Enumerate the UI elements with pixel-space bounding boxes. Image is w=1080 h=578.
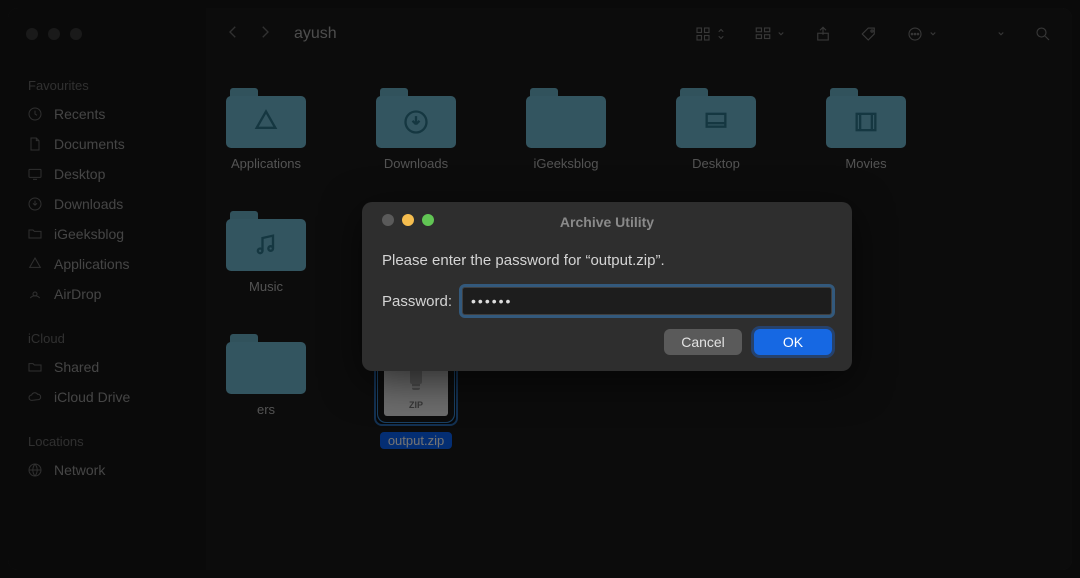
- group-button[interactable]: [748, 21, 792, 47]
- file-label: iGeeksblog: [533, 156, 598, 171]
- nav-arrows: [224, 23, 274, 46]
- sidebar-item-label: Documents: [54, 136, 125, 152]
- dialog-buttons: Cancel OK: [382, 329, 832, 355]
- applications-icon: [26, 255, 44, 273]
- file-label: output.zip: [380, 432, 452, 449]
- folder-glyph: [226, 334, 306, 394]
- document-icon: [26, 135, 44, 153]
- sidebar-item-label: Shared: [54, 359, 99, 375]
- folder-glyph: [226, 88, 306, 148]
- file-label: Music: [249, 279, 283, 294]
- cancel-button[interactable]: Cancel: [664, 329, 742, 355]
- file-label: ers: [257, 402, 275, 417]
- zoom-dot[interactable]: [70, 28, 82, 40]
- sidebar-item-documents[interactable]: Documents: [8, 129, 206, 159]
- download-icon: [26, 195, 44, 213]
- folder-glyph: [376, 88, 456, 148]
- file-label: Desktop: [692, 156, 740, 171]
- sidebar-item-downloads[interactable]: Downloads: [8, 189, 206, 219]
- password-label: Password:: [382, 293, 452, 310]
- sidebar-section-favourites: Favourites Recents Documents Desktop Dow…: [8, 72, 206, 309]
- dialog-prompt: Please enter the password for “output.zi…: [382, 252, 832, 269]
- sidebar-item-label: Downloads: [54, 196, 123, 212]
- tags-button[interactable]: [854, 21, 884, 47]
- sidebar-section-title: iCloud: [8, 325, 206, 352]
- folder-glyph: [676, 88, 756, 148]
- dialog-password-row: Password:: [382, 287, 832, 315]
- folder-applications[interactable]: Applications: [216, 88, 316, 171]
- share-button[interactable]: [808, 21, 838, 47]
- dialog-title: Archive Utility: [362, 214, 852, 230]
- password-input[interactable]: [462, 287, 832, 315]
- sidebar-item-label: Network: [54, 462, 105, 478]
- sidebar-item-label: AirDrop: [54, 286, 101, 302]
- sidebar-section-title: Favourites: [8, 72, 206, 99]
- minimize-dot[interactable]: [48, 28, 60, 40]
- sidebar-section-icloud: iCloud Shared iCloud Drive: [8, 325, 206, 412]
- sidebar-section-title: Locations: [8, 428, 206, 455]
- folder-icon: [26, 225, 44, 243]
- sidebar-item-recents[interactable]: Recents: [8, 99, 206, 129]
- sidebar-item-label: iGeeksblog: [54, 226, 124, 242]
- airdrop-icon: [26, 285, 44, 303]
- cloud-icon: [26, 388, 44, 406]
- sidebar-item-label: Recents: [54, 106, 105, 122]
- folder-igeeksblog[interactable]: iGeeksblog: [516, 88, 616, 171]
- sidebar-item-igeeksblog[interactable]: iGeeksblog: [8, 219, 206, 249]
- sidebar-item-icloud-drive[interactable]: iCloud Drive: [8, 382, 206, 412]
- folder-music[interactable]: Music: [216, 211, 316, 294]
- sidebar-item-label: Applications: [54, 256, 130, 272]
- close-dot[interactable]: [26, 28, 38, 40]
- action-menu-button[interactable]: [900, 21, 944, 47]
- archive-utility-dialog: Archive Utility Please enter the passwor…: [362, 202, 852, 371]
- sidebar-item-desktop[interactable]: Desktop: [8, 159, 206, 189]
- sidebar-item-shared[interactable]: Shared: [8, 352, 206, 382]
- window-controls: [26, 28, 82, 40]
- clock-icon: [26, 105, 44, 123]
- back-button[interactable]: [224, 23, 242, 46]
- sidebar-section-locations: Locations Network: [8, 428, 206, 485]
- folder-downloads[interactable]: Downloads: [366, 88, 466, 171]
- sidebar-item-airdrop[interactable]: AirDrop: [8, 279, 206, 309]
- file-label: Movies: [845, 156, 886, 171]
- overflow-button[interactable]: [990, 21, 1012, 47]
- file-label: Downloads: [384, 156, 448, 171]
- sidebar: Favourites Recents Documents Desktop Dow…: [8, 8, 206, 570]
- folder-glyph: [826, 88, 906, 148]
- search-button[interactable]: [1028, 21, 1058, 47]
- file-label: Applications: [231, 156, 301, 171]
- path-title: ayush: [294, 25, 337, 43]
- folder-glyph: [226, 211, 306, 271]
- shared-icon: [26, 358, 44, 376]
- sidebar-item-network[interactable]: Network: [8, 455, 206, 485]
- zip-ext-label: ZIP: [384, 400, 448, 410]
- folder-partial[interactable]: ers: [216, 334, 316, 449]
- network-icon: [26, 461, 44, 479]
- folder-glyph: [526, 88, 606, 148]
- sidebar-item-applications[interactable]: Applications: [8, 249, 206, 279]
- sidebar-item-label: iCloud Drive: [54, 389, 130, 405]
- view-mode-button[interactable]: [688, 21, 732, 47]
- sidebar-item-label: Desktop: [54, 166, 105, 182]
- ok-button[interactable]: OK: [754, 329, 832, 355]
- desktop-icon: [26, 165, 44, 183]
- folder-movies[interactable]: Movies: [816, 88, 916, 171]
- folder-desktop[interactable]: Desktop: [666, 88, 766, 171]
- forward-button[interactable]: [256, 23, 274, 46]
- toolbar: ayush: [206, 8, 1072, 60]
